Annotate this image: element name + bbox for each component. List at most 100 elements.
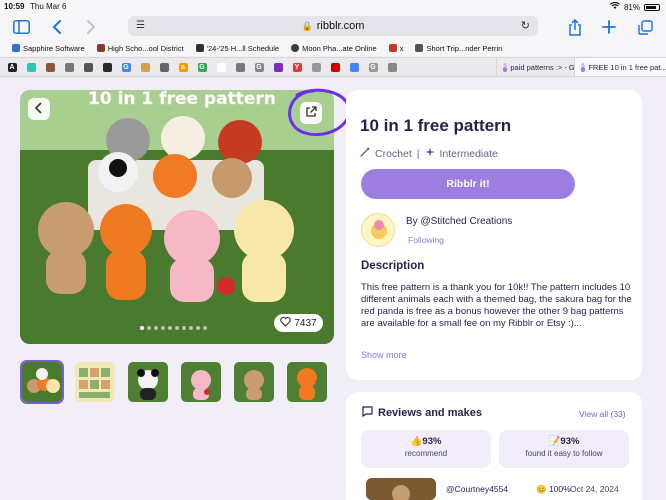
thumbnail-3[interactable] (126, 360, 170, 404)
share-icon[interactable] (566, 18, 584, 36)
bookmark-item[interactable]: Short Trip...nder Perrin (403, 40, 502, 56)
tab-favicon-item[interactable] (157, 58, 171, 76)
chevron-left-icon (34, 101, 43, 117)
show-more-link[interactable]: Show more (361, 350, 407, 360)
tab-active[interactable]: R FREE 10 in 1 free pat... (574, 58, 666, 76)
tab-paid-patterns[interactable]: R paid patterns :> - Ge... (496, 58, 574, 76)
review-row[interactable]: @Courtney4554 😊 100% Oct 24, 2024 (362, 478, 642, 500)
pagination-dot[interactable] (196, 326, 200, 330)
tab-favicon-item[interactable] (214, 58, 228, 76)
tab-favicon-item[interactable]: Y (290, 58, 304, 76)
back-icon[interactable] (48, 18, 66, 36)
tab-favicon-icon: G (121, 62, 131, 72)
yarn-icon (360, 147, 370, 160)
pagination-dot[interactable] (140, 326, 144, 330)
review-user[interactable]: @Courtney4554 (446, 484, 508, 494)
tab-favicon-item[interactable] (233, 58, 247, 76)
bookmark-favicon-icon (291, 44, 300, 52)
thumbnail-5[interactable] (232, 360, 276, 404)
tab-favicon-icon (26, 62, 36, 72)
reload-icon[interactable]: ↻ (521, 19, 530, 32)
like-button[interactable]: 7437 (274, 314, 323, 332)
tab-favicon-item[interactable] (24, 58, 38, 76)
pagination-dot[interactable] (154, 326, 158, 330)
tab-favicon-item[interactable]: a (176, 58, 190, 76)
ribblr-it-button[interactable]: Ribblr it! (361, 169, 575, 199)
pagination-dot[interactable] (168, 326, 172, 330)
tab-favicon-item[interactable] (100, 58, 114, 76)
plus-icon[interactable] (600, 18, 618, 36)
following-button[interactable]: Following (408, 235, 444, 245)
thumbnail-4[interactable] (179, 360, 223, 404)
view-all-link[interactable]: View all (33) (579, 409, 626, 419)
tab-favicon-item[interactable] (328, 58, 342, 76)
tab-favicon-item[interactable] (62, 58, 76, 76)
url-bar[interactable]: ☰ 🔒 ribblr.com ↻ (128, 16, 538, 36)
tab-favicon-icon (387, 62, 397, 72)
tab-favicon-icon: G (254, 62, 264, 72)
designer-name[interactable]: By @Stitched Creations (406, 216, 512, 227)
status-time: 10:59 (4, 2, 25, 11)
thumbnail-2[interactable] (73, 360, 117, 404)
bookmark-item[interactable]: '24-'25 H...ll Schedule (184, 40, 279, 56)
pagination-dot[interactable] (203, 326, 207, 330)
bookmark-item[interactable]: Moon Pha...ate Online (279, 40, 377, 56)
review-score: 😊 100% (536, 484, 571, 494)
thumbnail-1[interactable] (20, 360, 64, 404)
tab-favicon-item[interactable]: G (366, 58, 380, 76)
bookmark-favicon-icon (195, 44, 204, 52)
tab-favicon-icon (102, 62, 112, 72)
bookmark-favicon-icon (415, 44, 424, 52)
forward-icon[interactable] (82, 18, 100, 36)
review-thumbnail[interactable] (366, 478, 436, 500)
tab-favicon-icon: Y (292, 62, 302, 72)
wifi-icon (609, 1, 620, 12)
avatar[interactable] (361, 213, 395, 247)
tab-favicon-item[interactable] (309, 58, 323, 76)
tab-strip: AGaGGYG R paid patterns :> - Ge... R FRE… (0, 57, 666, 77)
pagination-dot[interactable] (182, 326, 186, 330)
bookmark-item[interactable]: x (377, 40, 403, 56)
tab-favicon-icon (273, 62, 283, 72)
tab-favicon-icon (349, 62, 359, 72)
ribblr-favicon-icon: R (581, 62, 586, 72)
easy-pct: 📝93% (548, 436, 580, 447)
tab-favicon-item[interactable] (138, 58, 152, 76)
tab-favicon-icon (45, 62, 55, 72)
chat-icon (362, 406, 373, 420)
tab-favicon-item[interactable] (271, 58, 285, 76)
tab-favicon-item[interactable]: G (119, 58, 133, 76)
sidebar-icon[interactable] (12, 18, 30, 36)
tab-favicon-icon (216, 62, 226, 72)
meta-divider: | (416, 147, 420, 160)
bookmark-favicon-icon (12, 44, 20, 52)
bookmarks-bar: Sapphire Software High Scho...ool Distri… (0, 40, 666, 56)
pagination-dot[interactable] (189, 326, 193, 330)
tab-favicon-item[interactable]: G (195, 58, 209, 76)
sparkle-icon (424, 147, 435, 160)
tab-favicon-item[interactable] (347, 58, 361, 76)
chevron-right-icon[interactable]: › (314, 374, 319, 390)
tab-favicon-item[interactable] (385, 58, 399, 76)
reviews-heading: Reviews and makes (362, 406, 482, 420)
bookmark-item[interactable]: Sapphire Software (0, 40, 85, 56)
easy-label: found it easy to follow (525, 449, 603, 458)
bookmark-item[interactable]: High Scho...ool District (85, 40, 184, 56)
tabs-icon[interactable] (636, 18, 654, 36)
thumbnail-strip (20, 360, 329, 404)
gallery-prev-button[interactable] (28, 98, 50, 120)
pagination-dot[interactable] (161, 326, 165, 330)
craft-label: Crochet (375, 147, 412, 160)
pagination-dot[interactable] (147, 326, 151, 330)
page-title: 10 in 1 free pattern (360, 116, 512, 135)
thumbnail-6[interactable] (285, 360, 329, 404)
pagination-dot[interactable] (175, 326, 179, 330)
bookmark-favicon-icon (388, 44, 397, 52)
reader-icon[interactable]: ☰ (136, 20, 145, 31)
tab-favicon-item[interactable]: A (5, 58, 19, 76)
tab-favicon-item[interactable]: G (252, 58, 266, 76)
tab-favicon-item[interactable] (43, 58, 57, 76)
tab-favicon-item[interactable] (81, 58, 95, 76)
tab-favicon-icon (83, 62, 93, 72)
recommend-label: recommend (404, 449, 448, 458)
